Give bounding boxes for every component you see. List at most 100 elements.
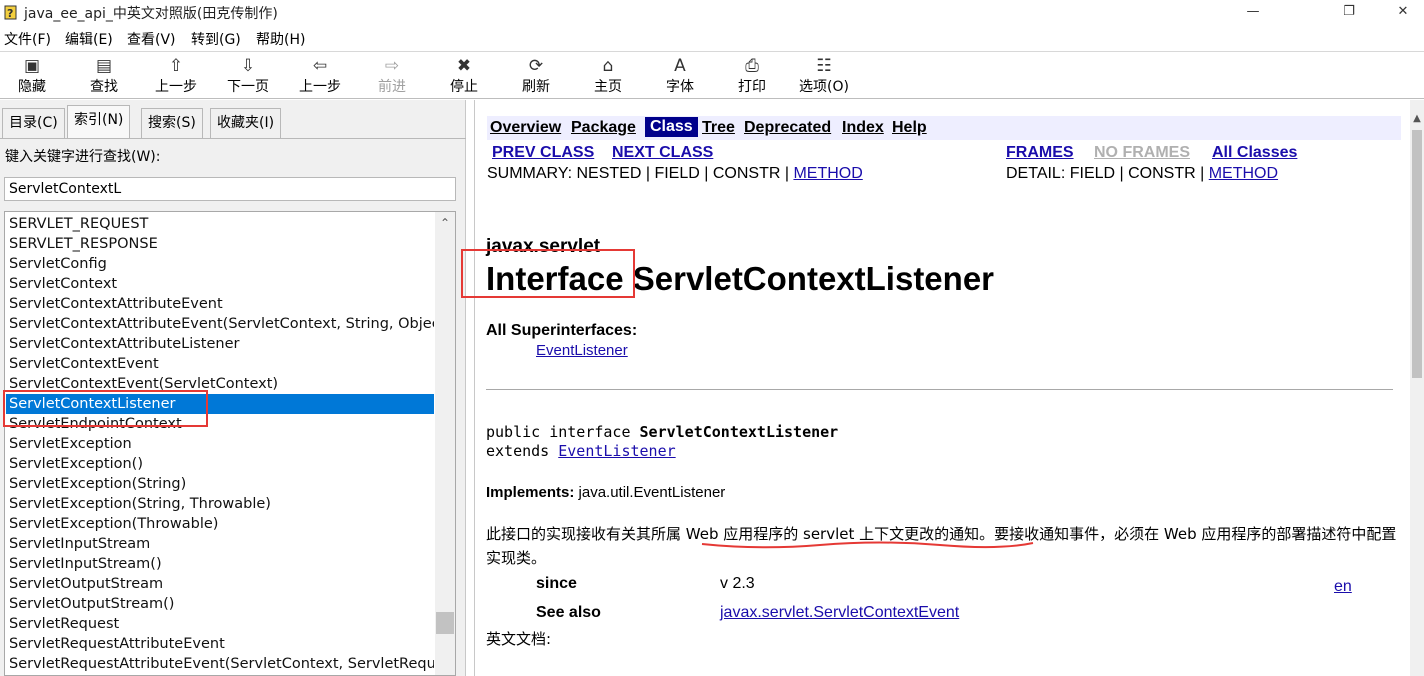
refresh-icon: ⟳: [528, 56, 544, 76]
nav-help[interactable]: Help: [892, 119, 927, 137]
document-pane: Overview Package Class Tree Deprecated I…: [461, 100, 1424, 676]
declaration-line-1: public interface ServletContextListener: [486, 423, 839, 441]
keyword-input[interactable]: [4, 177, 456, 201]
list-item[interactable]: ServletRequest: [6, 614, 434, 634]
tab-search[interactable]: 搜索(S): [141, 108, 203, 138]
list-item[interactable]: ServletContext: [6, 274, 434, 294]
annotation-box-selected-item: [3, 390, 208, 427]
nav-overview[interactable]: Overview: [490, 119, 561, 137]
frames-link[interactable]: FRAMES: [1006, 144, 1074, 162]
list-item[interactable]: ServletContextAttributeEvent(ServletCont…: [6, 314, 434, 334]
close-button[interactable]: ✕: [1380, 0, 1424, 26]
back-button[interactable]: ⇦ 上一步: [288, 54, 352, 98]
implements-line: Implements: java.util.EventListener: [486, 484, 726, 501]
list-item[interactable]: ServletContextAttributeListener: [6, 334, 434, 354]
scroll-up-arrow-icon[interactable]: ⌃: [435, 213, 455, 233]
tab-index[interactable]: 索引(N): [67, 105, 131, 139]
english-doc-label: 英文文档:: [486, 630, 552, 648]
nav-deprecated[interactable]: Deprecated: [744, 119, 831, 137]
list-item[interactable]: ServletInputStream: [6, 534, 434, 554]
previous-topic-button[interactable]: ⇧ 上一步: [144, 54, 208, 98]
list-item[interactable]: ServletRequestAttributeEvent(ServletCont…: [6, 654, 434, 674]
hide-icon: ▣: [23, 56, 41, 76]
nav-tree[interactable]: Tree: [702, 119, 735, 137]
detail-method-link[interactable]: METHOD: [1209, 165, 1278, 182]
hide-button[interactable]: ▣ 隐藏: [0, 54, 64, 98]
svg-text:?: ?: [7, 7, 13, 20]
detail-line: DETAIL: FIELD | CONSTR | METHOD: [1006, 165, 1279, 182]
list-item[interactable]: ServletOutputStream(): [6, 594, 434, 614]
list-item[interactable]: ServletException(Throwable): [6, 514, 434, 534]
scroll-thumb[interactable]: [1412, 130, 1422, 378]
menu-view[interactable]: 查看(V): [127, 29, 176, 49]
see-also-link[interactable]: javax.servlet.ServletContextEvent: [720, 604, 959, 622]
doc-navbar: Overview Package Class Tree Deprecated I…: [487, 116, 1401, 140]
stop-button[interactable]: ✖ 停止: [432, 54, 496, 98]
list-item[interactable]: ServletContextEvent: [6, 354, 434, 374]
list-item[interactable]: SERVLET_RESPONSE: [6, 234, 434, 254]
up-arrow-icon: ⇧: [168, 56, 184, 76]
scroll-thumb[interactable]: [436, 612, 454, 634]
nav-package[interactable]: Package: [571, 119, 636, 137]
menu-edit[interactable]: 编辑(E): [65, 29, 113, 49]
menu-bar: 文件(F) 编辑(E) 查看(V) 转到(G) 帮助(H): [0, 27, 1424, 49]
list-item[interactable]: ServletException(): [6, 454, 434, 474]
help-app-icon: ?: [4, 5, 17, 20]
print-icon: ⎙: [745, 56, 759, 76]
no-frames-link[interactable]: NO FRAMES: [1094, 144, 1190, 162]
summary-method-link[interactable]: METHOD: [793, 165, 862, 182]
see-also-label: See also: [536, 604, 601, 621]
list-item[interactable]: ServletOutputStream: [6, 574, 434, 594]
prev-class-link[interactable]: PREV CLASS: [492, 144, 594, 162]
title-bar: ? java_ee_api_中英文对照版(田克传制作) — ❐ ✕: [0, 0, 1424, 26]
down-arrow-icon: ⇩: [240, 56, 256, 76]
find-icon: ▤: [95, 56, 113, 76]
english-link[interactable]: en: [1334, 578, 1352, 596]
superinterfaces-label: All Superinterfaces:: [486, 322, 638, 339]
list-item[interactable]: ServletRequestAttributeEvent: [6, 634, 434, 654]
nav-index[interactable]: Index: [842, 119, 884, 137]
tab-favorites[interactable]: 收藏夹(I): [210, 108, 282, 138]
tab-divider: [0, 138, 466, 139]
list-item[interactable]: ServletException(String): [6, 474, 434, 494]
menu-file[interactable]: 文件(F): [4, 29, 51, 49]
next-class-link[interactable]: NEXT CLASS: [612, 144, 713, 162]
refresh-button[interactable]: ⟳ 刷新: [504, 54, 568, 98]
forward-arrow-icon: ⇨: [384, 56, 400, 76]
find-button[interactable]: ▤ 查找: [72, 54, 136, 98]
restore-button[interactable]: ❐: [1326, 0, 1372, 26]
index-list-scrollbar[interactable]: ⌃: [435, 212, 455, 675]
back-arrow-icon: ⇦: [312, 56, 328, 76]
help-viewer-window: ? java_ee_api_中英文对照版(田克传制作) — ❐ ✕ 文件(F) …: [0, 0, 1424, 676]
stop-icon: ✖: [456, 56, 472, 76]
tab-contents[interactable]: 目录(C): [2, 108, 65, 138]
all-classes-link[interactable]: All Classes: [1212, 144, 1297, 162]
scroll-up-arrow-icon[interactable]: ▲: [1410, 112, 1424, 126]
since-label: since: [536, 575, 577, 592]
list-item[interactable]: ServletConfig: [6, 254, 434, 274]
minimize-button[interactable]: —: [1230, 0, 1276, 26]
list-item[interactable]: ServletException(String, Throwable): [6, 494, 434, 514]
next-page-button[interactable]: ⇩ 下一页: [216, 54, 280, 98]
annotation-box-interface: [461, 249, 635, 298]
window-title: java_ee_api_中英文对照版(田克传制作): [24, 6, 278, 22]
toolbar: ▣ 隐藏 ▤ 查找 ⇧ 上一步 ⇩ 下一页 ⇦ 上一步 ⇨ 前进 ✖ 停止 ⟳: [0, 51, 1424, 99]
annotation-underline: [701, 541, 1034, 549]
font-button[interactable]: A 字体: [648, 54, 712, 98]
keyword-label: 键入关键字进行查找(W):: [5, 149, 161, 165]
home-button[interactable]: ⌂ 主页: [576, 54, 640, 98]
index-list[interactable]: SERVLET_REQUEST SERVLET_RESPONSE Servlet…: [4, 211, 456, 676]
list-item[interactable]: ServletException: [6, 434, 434, 454]
list-item[interactable]: SERVLET_REQUEST: [6, 214, 434, 234]
navigation-pane: 目录(C) 索引(N) 搜索(S) 收藏夹(I) 键入关键字进行查找(W): S…: [0, 100, 466, 676]
menu-help[interactable]: 帮助(H): [256, 29, 305, 49]
list-item[interactable]: ServletInputStream(): [6, 554, 434, 574]
document-scrollbar[interactable]: ▲: [1410, 100, 1424, 676]
superinterface-link[interactable]: EventListener: [536, 342, 628, 359]
menu-goto[interactable]: 转到(G): [191, 29, 241, 49]
list-item[interactable]: ServletContextAttributeEvent: [6, 294, 434, 314]
print-button[interactable]: ⎙ 打印: [720, 54, 784, 98]
forward-button[interactable]: ⇨ 前进: [360, 54, 424, 98]
extends-link[interactable]: EventListener: [558, 442, 675, 460]
options-button[interactable]: ☷ 选项(O): [792, 54, 856, 98]
